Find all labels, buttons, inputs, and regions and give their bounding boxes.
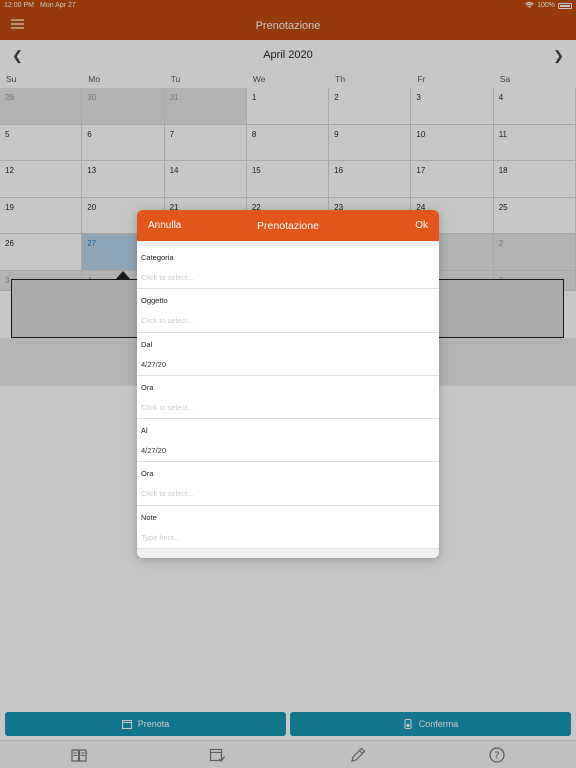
booking-modal: Annulla Prenotazione Ok Categoria Click …: [137, 210, 439, 558]
field-label: Dal: [141, 339, 153, 349]
field-label: Note: [141, 512, 157, 522]
modal-title: Prenotazione: [257, 220, 319, 232]
field-value: Click to select...: [141, 489, 194, 499]
dal-field[interactable]: Dal 4/27/20: [137, 332, 439, 376]
note-input[interactable]: Type here...: [141, 533, 439, 542]
ora-start-field[interactable]: Ora Click to select...: [137, 375, 439, 420]
field-label: Ora: [141, 469, 154, 479]
field-value: Click to select...: [141, 316, 194, 326]
modal-form: Categoria Click to select... Oggetto Cli…: [137, 246, 439, 550]
field-value: Click to select...: [141, 402, 194, 412]
ora-end-field[interactable]: Ora Click to select...: [137, 462, 439, 506]
field-label: Oggetto: [141, 296, 168, 306]
field-value: Click to select...: [141, 273, 194, 282]
al-field[interactable]: Al 4/27/20: [137, 419, 439, 463]
field-label: Al: [141, 426, 148, 436]
field-value: 4/27/20: [141, 446, 167, 456]
ok-button[interactable]: Ok: [415, 220, 428, 231]
note-field[interactable]: Note Type here...: [137, 505, 439, 550]
oggetto-field[interactable]: Oggetto Click to select...: [137, 289, 439, 333]
field-label: Ora: [141, 382, 154, 392]
modal-header: Annulla Prenotazione Ok: [137, 210, 439, 241]
categoria-field[interactable]: Categoria Click to select...: [137, 246, 439, 290]
field-label: Categoria: [141, 253, 174, 262]
field-value: 4/27/20: [141, 359, 167, 369]
